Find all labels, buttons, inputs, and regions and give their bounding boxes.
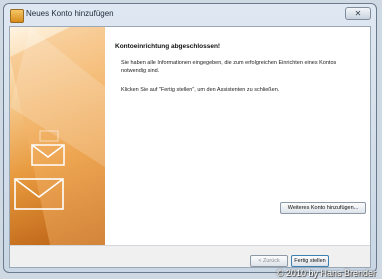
finish-button[interactable]: Fertig stellen bbox=[291, 255, 329, 267]
wizard-footer: < Zurück Fertig stellen bbox=[10, 245, 370, 267]
side-banner-image bbox=[10, 27, 105, 245]
envelopes-illustration bbox=[10, 27, 105, 245]
add-another-account-button[interactable]: Weiteres Konto hinzufügen... bbox=[280, 202, 366, 214]
dialog-window: Neues Konto hinzufügen ✕ Kontoeinrichtun… bbox=[3, 3, 377, 273]
window-title: Neues Konto hinzufügen bbox=[26, 9, 114, 18]
info-text: Sie haben alle Informationen eingegeben,… bbox=[121, 60, 337, 74]
copyright-watermark: © 2010 by Hans Brender bbox=[276, 268, 376, 278]
instruction-text: Klicken Sie auf "Fertig stellen", um den… bbox=[121, 87, 280, 93]
back-button[interactable]: < Zurück bbox=[250, 255, 288, 267]
wizard-client-area: Kontoeinrichtung abgeschlossen! Sie habe… bbox=[9, 26, 371, 268]
outlook-icon bbox=[10, 9, 24, 23]
close-button[interactable]: ✕ bbox=[345, 7, 371, 20]
title-bar[interactable]: Neues Konto hinzufügen ✕ bbox=[4, 4, 376, 26]
wizard-content: Kontoeinrichtung abgeschlossen! Sie habe… bbox=[105, 27, 370, 245]
completion-heading: Kontoeinrichtung abgeschlossen! bbox=[115, 43, 221, 50]
